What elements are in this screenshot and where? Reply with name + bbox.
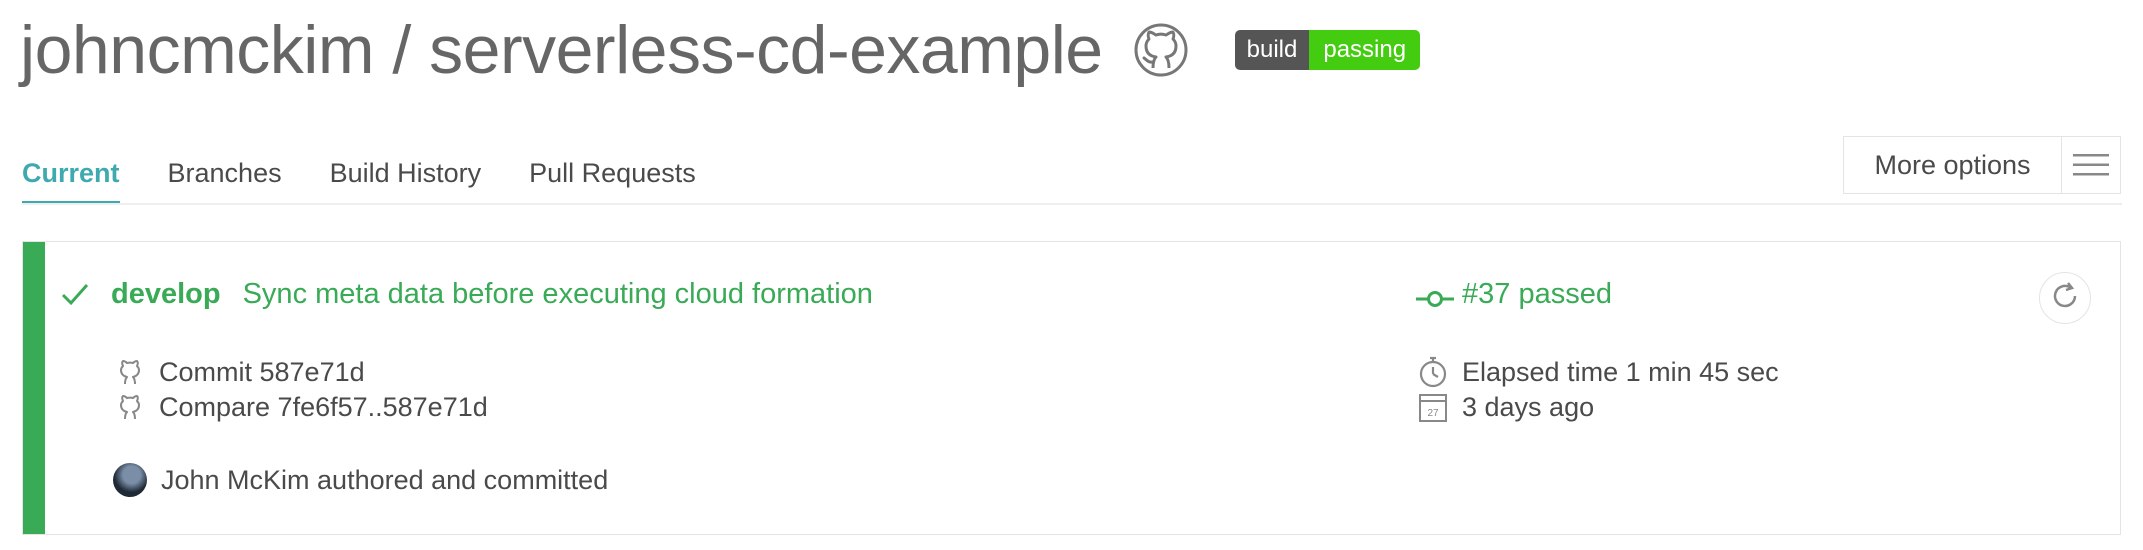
commit-link[interactable]: Commit 587e71d bbox=[113, 352, 365, 392]
build-status-bar bbox=[23, 242, 45, 534]
compare-label: Compare 7fe6f57..587e71d bbox=[159, 391, 488, 422]
hamburger-menu-icon[interactable] bbox=[2062, 137, 2120, 193]
branch-name[interactable]: develop bbox=[111, 278, 221, 311]
github-icon bbox=[113, 390, 147, 424]
more-options-button[interactable]: More options bbox=[1843, 136, 2121, 194]
commit-node-icon bbox=[1416, 284, 1454, 307]
restart-build-button[interactable] bbox=[2039, 272, 2091, 324]
github-icon bbox=[113, 355, 147, 389]
build-summary: develop Sync meta data before executing … bbox=[59, 272, 873, 316]
repo-title[interactable]: johncmckim / serverless-cd-example bbox=[20, 11, 1103, 89]
current-build-card: develop Sync meta data before executing … bbox=[22, 241, 2121, 535]
tab-pull-requests[interactable]: Pull Requests bbox=[529, 150, 696, 204]
elapsed-label: Elapsed time 1 min 45 sec bbox=[1462, 356, 1779, 387]
calendar-day: 27 bbox=[1427, 408, 1439, 419]
calendar-icon: 27 bbox=[1416, 390, 1450, 424]
build-date: 27 3 days ago bbox=[1416, 387, 1594, 427]
stopwatch-icon bbox=[1416, 355, 1450, 389]
tabs-divider bbox=[22, 203, 2122, 205]
more-options-label: More options bbox=[1844, 137, 2062, 193]
repo-tabs: Current Branches Build History Pull Requ… bbox=[22, 150, 744, 204]
build-number-label: #37 passed bbox=[1462, 277, 1612, 310]
check-icon bbox=[59, 278, 91, 310]
author-label: John McKim authored and committed bbox=[161, 464, 609, 495]
restart-icon bbox=[2048, 279, 2082, 318]
avatar bbox=[113, 463, 147, 497]
commit-label: Commit 587e71d bbox=[159, 356, 365, 387]
tab-current[interactable]: Current bbox=[22, 150, 120, 204]
compare-link[interactable]: Compare 7fe6f57..587e71d bbox=[113, 387, 488, 427]
badge-label: build bbox=[1234, 30, 1310, 70]
build-number-status[interactable]: #37 passed bbox=[1416, 272, 1612, 316]
elapsed-time: Elapsed time 1 min 45 sec bbox=[1416, 352, 1779, 392]
build-status-badge[interactable]: build passing bbox=[1234, 30, 1421, 70]
author-info: John McKim authored and committed bbox=[113, 460, 608, 500]
github-icon[interactable] bbox=[1133, 19, 1195, 81]
tab-build-history[interactable]: Build History bbox=[330, 150, 482, 204]
tab-branches[interactable]: Branches bbox=[168, 150, 282, 204]
commit-message: Sync meta data before executing cloud fo… bbox=[242, 277, 873, 310]
date-label: 3 days ago bbox=[1462, 391, 1595, 422]
badge-status: passing bbox=[1309, 30, 1421, 70]
page-header: johncmckim / serverless-cd-example build… bbox=[20, 0, 1421, 100]
